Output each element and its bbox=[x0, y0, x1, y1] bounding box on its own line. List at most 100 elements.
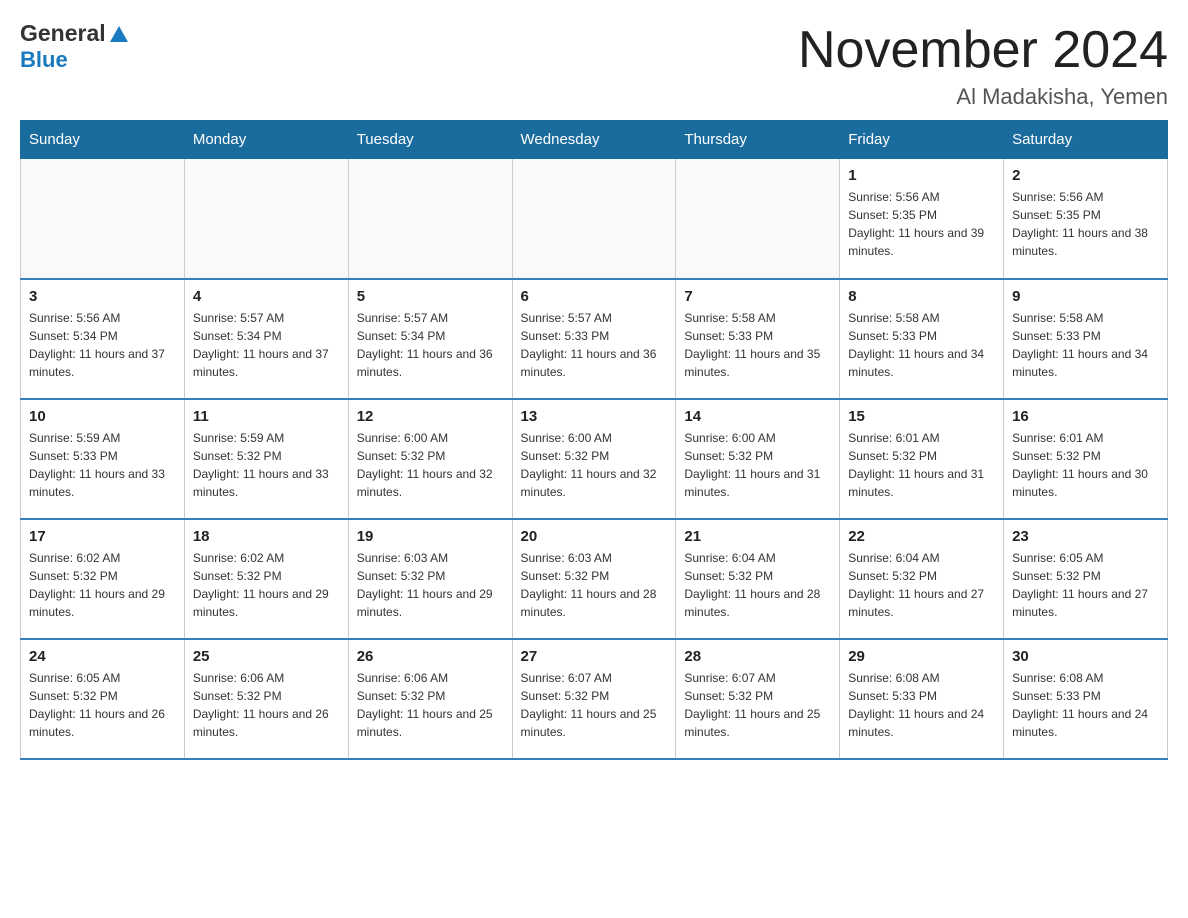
table-row: 10Sunrise: 5:59 AM Sunset: 5:33 PM Dayli… bbox=[21, 399, 185, 519]
table-row: 15 Sunrise: 6:01 AM Sunset: 5:32 PM Dayli… bbox=[840, 399, 1004, 519]
day-info: Sunrise: 6:06 AM Sunset: 5:32 PM Dayligh… bbox=[357, 669, 504, 741]
table-row: 18 Sunrise: 6:02 AM Sunset: 5:32 PM Dayli… bbox=[184, 519, 348, 639]
day-info: Sunrise: 6:05 AM Sunset: 5:32 PM Dayligh… bbox=[1012, 549, 1159, 621]
table-row: 25Sunrise: 6:06 AM Sunset: 5:32 PM Dayli… bbox=[184, 639, 348, 759]
day-info: Sunrise: 5:59 AM Sunset: 5:33 PM Dayligh… bbox=[29, 429, 176, 501]
day-info: Sunrise: 6:03 AM Sunset: 5:32 PM Dayligh… bbox=[521, 549, 668, 621]
day-number: 23 bbox=[1012, 528, 1159, 545]
day-number: 9 bbox=[1012, 288, 1159, 305]
day-info: Sunrise: 5:56 AM Sunset: 5:35 PM Dayligh… bbox=[1012, 188, 1159, 260]
calendar-week-row: 10Sunrise: 5:59 AM Sunset: 5:33 PM Dayli… bbox=[21, 399, 1168, 519]
day-number: 18 bbox=[193, 528, 340, 545]
day-number: 6 bbox=[521, 288, 668, 305]
table-row: 26 Sunrise: 6:06 AM Sunset: 5:32 PM Dayli… bbox=[348, 639, 512, 759]
table-row: 29Sunrise: 6:08 AM Sunset: 5:33 PM Dayli… bbox=[840, 639, 1004, 759]
table-row: 7 Sunrise: 5:58 AM Sunset: 5:33 PM Daylig… bbox=[676, 279, 840, 399]
day-info: Sunrise: 6:02 AM Sunset: 5:32 PM Dayligh… bbox=[29, 549, 176, 621]
table-row: 2 Sunrise: 5:56 AM Sunset: 5:35 PM Daylig… bbox=[1004, 159, 1168, 279]
day-info: Sunrise: 6:01 AM Sunset: 5:32 PM Dayligh… bbox=[1012, 429, 1159, 501]
logo-blue-text: Blue bbox=[20, 47, 68, 72]
table-row: 28 Sunrise: 6:07 AM Sunset: 5:32 PM Dayli… bbox=[676, 639, 840, 759]
table-row bbox=[21, 159, 185, 279]
day-info: Sunrise: 6:05 AM Sunset: 5:32 PM Dayligh… bbox=[29, 669, 176, 741]
day-info: Sunrise: 6:00 AM Sunset: 5:32 PM Dayligh… bbox=[684, 429, 831, 501]
day-info: Sunrise: 6:03 AM Sunset: 5:32 PM Dayligh… bbox=[357, 549, 504, 621]
day-number: 21 bbox=[684, 528, 831, 545]
day-number: 15 bbox=[848, 408, 995, 425]
logo-triangle-icon bbox=[108, 24, 130, 46]
day-info: Sunrise: 5:57 AM Sunset: 5:34 PM Dayligh… bbox=[357, 309, 504, 381]
day-number: 7 bbox=[684, 288, 831, 305]
day-info: Sunrise: 5:58 AM Sunset: 5:33 PM Dayligh… bbox=[848, 309, 995, 381]
day-number: 19 bbox=[357, 528, 504, 545]
logo-general-text: General bbox=[20, 20, 106, 47]
day-info: Sunrise: 6:08 AM Sunset: 5:33 PM Dayligh… bbox=[1012, 669, 1159, 741]
day-info: Sunrise: 6:00 AM Sunset: 5:32 PM Dayligh… bbox=[357, 429, 504, 501]
table-row: 14 Sunrise: 6:00 AM Sunset: 5:32 PM Dayli… bbox=[676, 399, 840, 519]
table-row: 22 Sunrise: 6:04 AM Sunset: 5:32 PM Dayli… bbox=[840, 519, 1004, 639]
day-info: Sunrise: 6:00 AM Sunset: 5:32 PM Dayligh… bbox=[521, 429, 668, 501]
col-saturday: Saturday bbox=[1004, 121, 1168, 159]
table-row: 16 Sunrise: 6:01 AM Sunset: 5:32 PM Dayli… bbox=[1004, 399, 1168, 519]
table-row: 24 Sunrise: 6:05 AM Sunset: 5:32 PM Dayli… bbox=[21, 639, 185, 759]
day-info: Sunrise: 6:08 AM Sunset: 5:33 PM Dayligh… bbox=[848, 669, 995, 741]
calendar-table: Sunday Monday Tuesday Wednesday Thursday… bbox=[20, 120, 1168, 760]
day-number: 5 bbox=[357, 288, 504, 305]
day-number: 26 bbox=[357, 648, 504, 665]
day-number: 11 bbox=[193, 408, 340, 425]
day-number: 25 bbox=[193, 648, 340, 665]
table-row bbox=[348, 159, 512, 279]
day-info: Sunrise: 5:56 AM Sunset: 5:35 PM Dayligh… bbox=[848, 188, 995, 260]
table-row: 8 Sunrise: 5:58 AM Sunset: 5:33 PM Daylig… bbox=[840, 279, 1004, 399]
table-row bbox=[676, 159, 840, 279]
day-info: Sunrise: 6:02 AM Sunset: 5:32 PM Dayligh… bbox=[193, 549, 340, 621]
day-number: 30 bbox=[1012, 648, 1159, 665]
day-number: 4 bbox=[193, 288, 340, 305]
table-row: 27 Sunrise: 6:07 AM Sunset: 5:32 PM Dayli… bbox=[512, 639, 676, 759]
col-sunday: Sunday bbox=[21, 121, 185, 159]
table-row: 19 Sunrise: 6:03 AM Sunset: 5:32 PM Dayli… bbox=[348, 519, 512, 639]
table-row: 23 Sunrise: 6:05 AM Sunset: 5:32 PM Dayli… bbox=[1004, 519, 1168, 639]
day-info: Sunrise: 6:04 AM Sunset: 5:32 PM Dayligh… bbox=[848, 549, 995, 621]
page-title: November 2024 bbox=[798, 20, 1168, 80]
day-info: Sunrise: 5:56 AM Sunset: 5:34 PM Dayligh… bbox=[29, 309, 176, 381]
day-number: 2 bbox=[1012, 167, 1159, 184]
day-info: Sunrise: 5:59 AM Sunset: 5:32 PM Dayligh… bbox=[193, 429, 340, 501]
day-info: Sunrise: 5:58 AM Sunset: 5:33 PM Dayligh… bbox=[684, 309, 831, 381]
day-info: Sunrise: 6:07 AM Sunset: 5:32 PM Dayligh… bbox=[684, 669, 831, 741]
col-friday: Friday bbox=[840, 121, 1004, 159]
table-row: 13Sunrise: 6:00 AM Sunset: 5:32 PM Dayli… bbox=[512, 399, 676, 519]
col-tuesday: Tuesday bbox=[348, 121, 512, 159]
logo: General Blue bbox=[20, 20, 130, 73]
table-row: 21Sunrise: 6:04 AM Sunset: 5:32 PM Dayli… bbox=[676, 519, 840, 639]
day-number: 27 bbox=[521, 648, 668, 665]
day-number: 16 bbox=[1012, 408, 1159, 425]
day-number: 28 bbox=[684, 648, 831, 665]
day-info: Sunrise: 5:57 AM Sunset: 5:33 PM Dayligh… bbox=[521, 309, 668, 381]
day-info: Sunrise: 6:07 AM Sunset: 5:32 PM Dayligh… bbox=[521, 669, 668, 741]
day-number: 14 bbox=[684, 408, 831, 425]
day-info: Sunrise: 5:57 AM Sunset: 5:34 PM Dayligh… bbox=[193, 309, 340, 381]
table-row: 17Sunrise: 6:02 AM Sunset: 5:32 PM Dayli… bbox=[21, 519, 185, 639]
col-monday: Monday bbox=[184, 121, 348, 159]
day-number: 12 bbox=[357, 408, 504, 425]
table-row: 6 Sunrise: 5:57 AM Sunset: 5:33 PM Daylig… bbox=[512, 279, 676, 399]
table-row: 5 Sunrise: 5:57 AM Sunset: 5:34 PM Daylig… bbox=[348, 279, 512, 399]
page-subtitle: Al Madakisha, Yemen bbox=[798, 84, 1168, 110]
day-number: 22 bbox=[848, 528, 995, 545]
table-row: 20Sunrise: 6:03 AM Sunset: 5:32 PM Dayli… bbox=[512, 519, 676, 639]
calendar-header-row: Sunday Monday Tuesday Wednesday Thursday… bbox=[21, 121, 1168, 159]
day-number: 8 bbox=[848, 288, 995, 305]
table-row bbox=[184, 159, 348, 279]
table-row: 3 Sunrise: 5:56 AM Sunset: 5:34 PM Daylig… bbox=[21, 279, 185, 399]
calendar-week-row: 17Sunrise: 6:02 AM Sunset: 5:32 PM Dayli… bbox=[21, 519, 1168, 639]
col-wednesday: Wednesday bbox=[512, 121, 676, 159]
day-info: Sunrise: 6:01 AM Sunset: 5:32 PM Dayligh… bbox=[848, 429, 995, 501]
table-row: 11 Sunrise: 5:59 AM Sunset: 5:32 PM Dayli… bbox=[184, 399, 348, 519]
day-number: 3 bbox=[29, 288, 176, 305]
calendar-week-row: 3 Sunrise: 5:56 AM Sunset: 5:34 PM Daylig… bbox=[21, 279, 1168, 399]
table-row: 1Sunrise: 5:56 AM Sunset: 5:35 PM Daylig… bbox=[840, 159, 1004, 279]
col-thursday: Thursday bbox=[676, 121, 840, 159]
day-number: 24 bbox=[29, 648, 176, 665]
calendar-week-row: 24 Sunrise: 6:05 AM Sunset: 5:32 PM Dayli… bbox=[21, 639, 1168, 759]
